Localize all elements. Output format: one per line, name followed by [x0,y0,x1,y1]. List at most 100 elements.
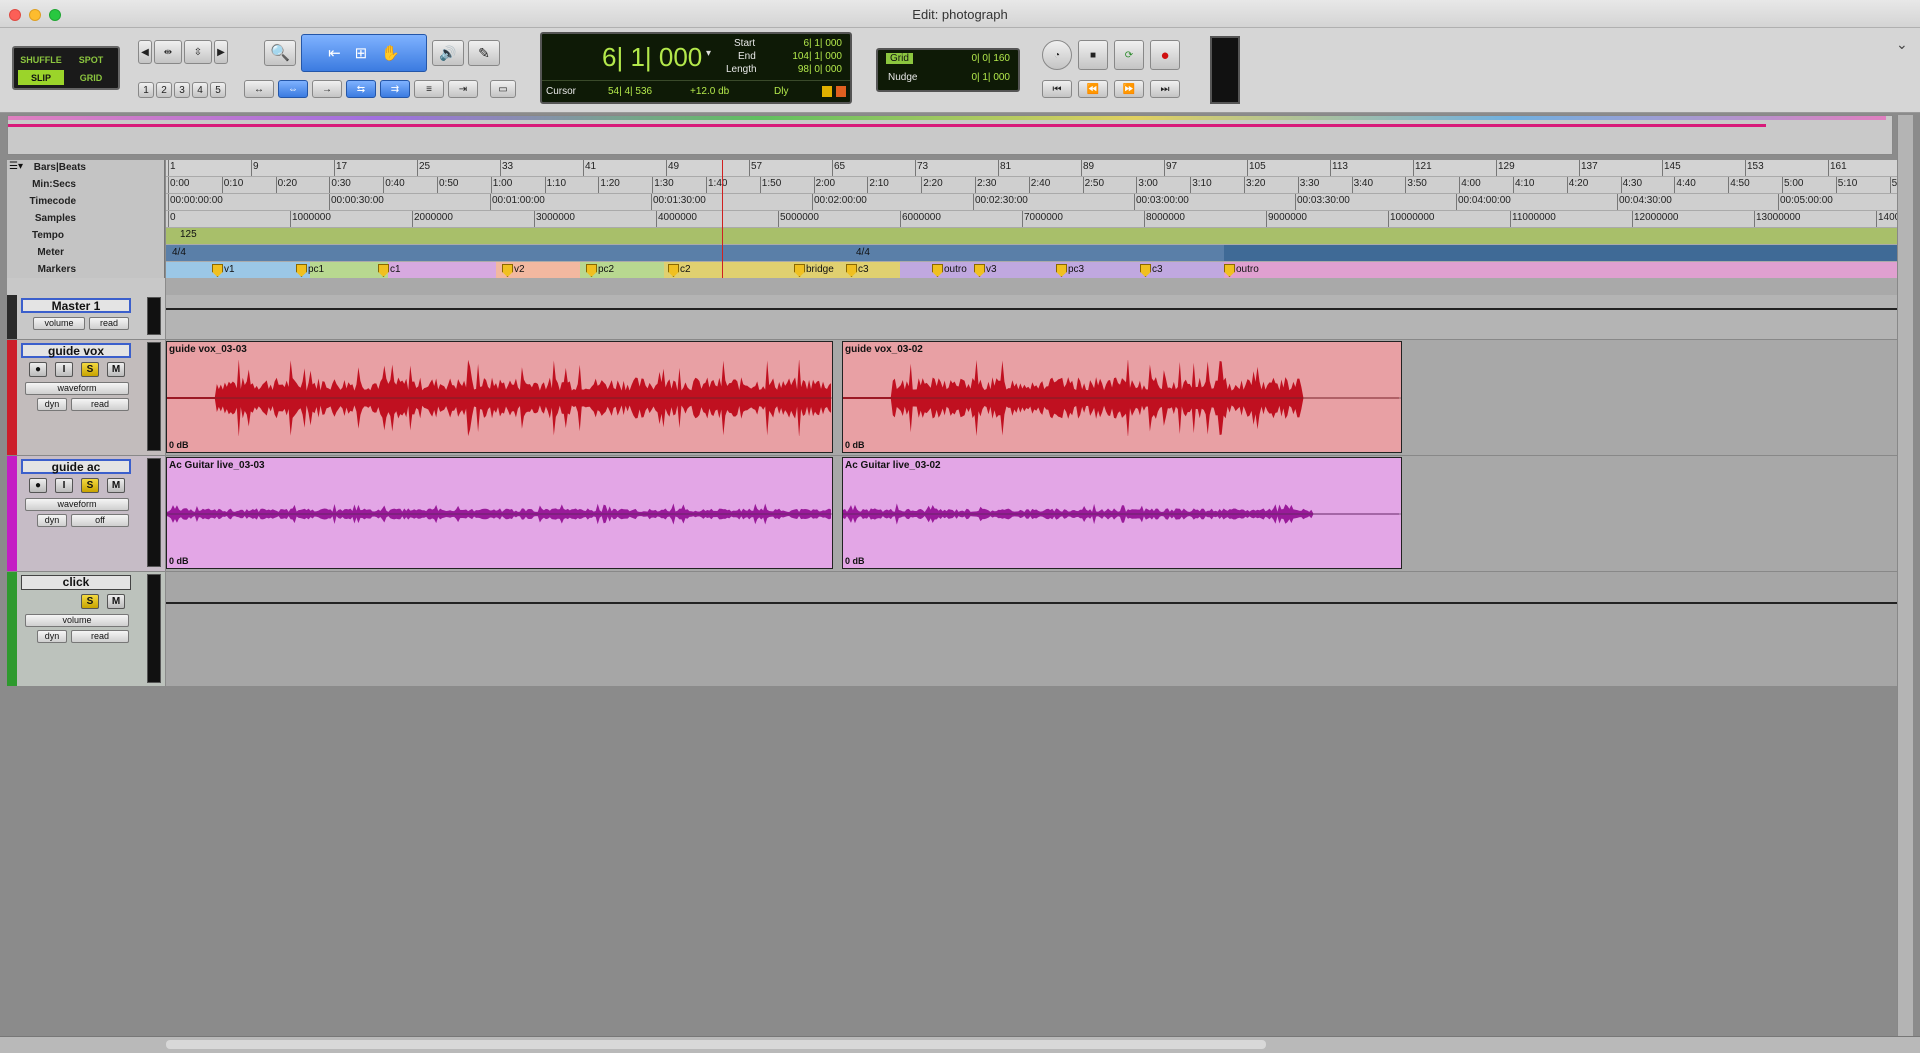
delay-compensation-label[interactable]: Dly [774,86,788,97]
guide-ac-lane[interactable]: Ac Guitar live_03-03 0 dB Ac Guitar live… [166,456,1913,572]
go-to-end-icon[interactable]: ⏭ [1150,80,1180,98]
rewind-icon[interactable]: ⏪ [1078,80,1108,98]
guide-vox-solo-button[interactable]: S [81,362,99,377]
edit-area[interactable]: guide vox_03-03 0 dB guide vox_03-02 0 d… [166,278,1913,686]
vertical-scrollbar[interactable] [1897,115,1913,1036]
guide-vox-record-button[interactable]: ● [29,362,47,377]
marker-outro[interactable]: outro [1224,264,1259,275]
link-track-edit-icon[interactable]: → [312,80,342,98]
ruler-view-menu-icon[interactable]: ☰▾ [9,161,23,172]
shuffle-mode-button[interactable]: SHUFFLE [18,52,64,67]
stop-button-icon[interactable]: ■ [1078,40,1108,70]
clip-gain[interactable]: 0 dB [169,556,189,566]
samples-ruler[interactable]: 0 1000000 2000000 3000000 4000000 5000000 6000… [166,211,1913,228]
click-mute-button[interactable]: M [107,594,125,609]
play-loop-button-icon[interactable]: ⟳ [1114,40,1144,70]
master-view-selector[interactable]: volume [33,317,85,330]
clip-guide-vox-03-02[interactable]: guide vox_03-02 0 dB [842,341,1402,453]
zoomer-tool-icon[interactable]: 🔍 [264,40,296,66]
click-view-selector[interactable]: volume [25,614,129,627]
marker-pc1[interactable]: pc1 [296,264,324,275]
zoom-preset-3[interactable]: 3 [174,82,190,98]
bars-beats-ruler[interactable]: 1 9 17 25 33 41 49 57 65 73 81 89 97 105 113 121 129 137 1… [166,160,1913,177]
grid-label[interactable]: Grid [886,53,913,64]
samples-ruler-label[interactable]: Samples [35,213,76,224]
track-name-click[interactable]: click [21,575,131,590]
mute-indicator-icon[interactable] [836,86,846,97]
guide-ac-dyn-selector[interactable]: dyn [37,514,67,527]
meter-value-1[interactable]: 4/4 [172,247,186,258]
marker-v2[interactable]: v2 [502,264,525,275]
zoom-in-button[interactable]: ▶ [214,40,228,64]
marker-pc3[interactable]: pc3 [1056,264,1084,275]
markers-ruler-label[interactable]: Markers [38,264,76,275]
zoom-out-button[interactable]: ◀ [138,40,152,64]
end-value[interactable]: 104| 1| 000 [792,51,842,62]
click-solo-button[interactable]: S [81,594,99,609]
timeline-rulers[interactable]: 1 9 17 25 33 41 49 57 65 73 81 89 97 105 113 121 129 137 1… [166,160,1913,278]
main-counter-value[interactable]: 6| 1| 000 [602,42,702,73]
guide-ac-input-button[interactable]: I [55,478,73,493]
edit-area-empty[interactable] [166,686,1913,1038]
clip-ac-guitar-03-03[interactable]: Ac Guitar live_03-03 0 dB [166,457,833,569]
guide-ac-mute-button[interactable]: M [107,478,125,493]
timecode-ruler[interactable]: 00:00:00:00 00:00:30:00 00:01:00:00 00:01:3… [166,194,1913,211]
keyboard-focus-icon[interactable]: ≡ [414,80,444,98]
fast-forward-icon[interactable]: ⏩ [1114,80,1144,98]
meter-ruler[interactable]: 4/4 4/4 [166,245,1913,262]
trim-tool-icon[interactable]: ⇤ ⊞ ✋ [301,34,427,72]
guide-vox-dyn-selector[interactable]: dyn [37,398,67,411]
zoom-preset-5[interactable]: 5 [210,82,226,98]
master-automation-selector[interactable]: read [89,317,129,330]
nudge-label[interactable]: Nudge [888,72,917,83]
window-config-icon[interactable]: ▭ [490,80,516,98]
zoom-preset-1[interactable]: 1 [138,82,154,98]
nudge-value[interactable]: 0| 1| 000 [971,72,1010,83]
click-lane[interactable] [166,572,1913,686]
marker-c3[interactable]: c3 [846,264,869,275]
guide-vox-lane[interactable]: guide vox_03-03 0 dB guide vox_03-02 0 d… [166,340,1913,456]
counter-dropdown-icon[interactable]: ▾ [706,48,711,59]
marker-bridge[interactable]: bridge [794,264,834,275]
clip-gain[interactable]: 0 dB [845,556,865,566]
guide-ac-view-selector[interactable]: waveform [25,498,129,511]
markers-ruler[interactable]: v1 pc1 c1 v2 pc2 c2 bridge c3 outro v3 pc3 c3 outro [166,262,1913,278]
guide-vox-input-button[interactable]: I [55,362,73,377]
marker-v1[interactable]: v1 [212,264,235,275]
solo-indicator-icon[interactable] [822,86,832,97]
click-automation-selector[interactable]: read [71,630,129,643]
marker-v3[interactable]: v3 [974,264,997,275]
marker-outro[interactable]: outro [932,264,967,275]
cursor-mode-icon[interactable]: ⇥ [448,80,478,98]
universe-overview[interactable] [7,115,1893,155]
click-dyn-selector[interactable]: dyn [37,630,67,643]
clip-ac-guitar-03-02[interactable]: Ac Guitar live_03-02 0 dB [842,457,1402,569]
zoom-preset-2[interactable]: 2 [156,82,172,98]
bars-beats-ruler-label[interactable]: Bars|Beats [34,162,86,173]
pencil-tool-icon[interactable]: ✎ [468,40,500,66]
guide-vox-view-selector[interactable]: waveform [25,382,129,395]
clip-guide-vox-03-03[interactable]: guide vox_03-03 0 dB [166,341,833,453]
tempo-value[interactable]: 125 [180,229,197,240]
zoom-vertical-icon[interactable]: ⇳ [184,40,212,64]
master-lane[interactable] [166,295,1913,340]
marker-pc2[interactable]: pc2 [586,264,614,275]
guide-vox-mute-button[interactable]: M [107,362,125,377]
grid-mode-button[interactable]: GRID [68,70,114,85]
tempo-ruler[interactable]: 125 [166,228,1913,245]
guide-vox-automation-selector[interactable]: read [71,398,129,411]
tab-to-transients-icon[interactable]: ↔ [244,80,274,98]
record-button-icon[interactable]: ● [1150,40,1180,70]
marker-c1[interactable]: c1 [378,264,401,275]
scrubber-tool-icon[interactable]: 🔊 [432,40,464,66]
meter-value-2[interactable]: 4/4 [856,247,870,258]
online-button-icon[interactable]: ◔ [1042,40,1072,70]
insertion-follows-icon[interactable]: ⇉ [380,80,410,98]
timecode-ruler-label[interactable]: Timecode [30,196,77,207]
slip-mode-button[interactable]: SLIP [18,70,64,85]
clip-gain[interactable]: 0 dB [169,440,189,450]
min-secs-ruler[interactable]: 0:00 0:10 0:20 0:30 0:40 0:50 1:00 1:10 1:20 1:30… [166,177,1913,194]
track-name-guide-vox[interactable]: guide vox [21,343,131,358]
return-to-zero-icon[interactable]: ⏮ [1042,80,1072,98]
spot-mode-button[interactable]: SPOT [68,52,114,67]
